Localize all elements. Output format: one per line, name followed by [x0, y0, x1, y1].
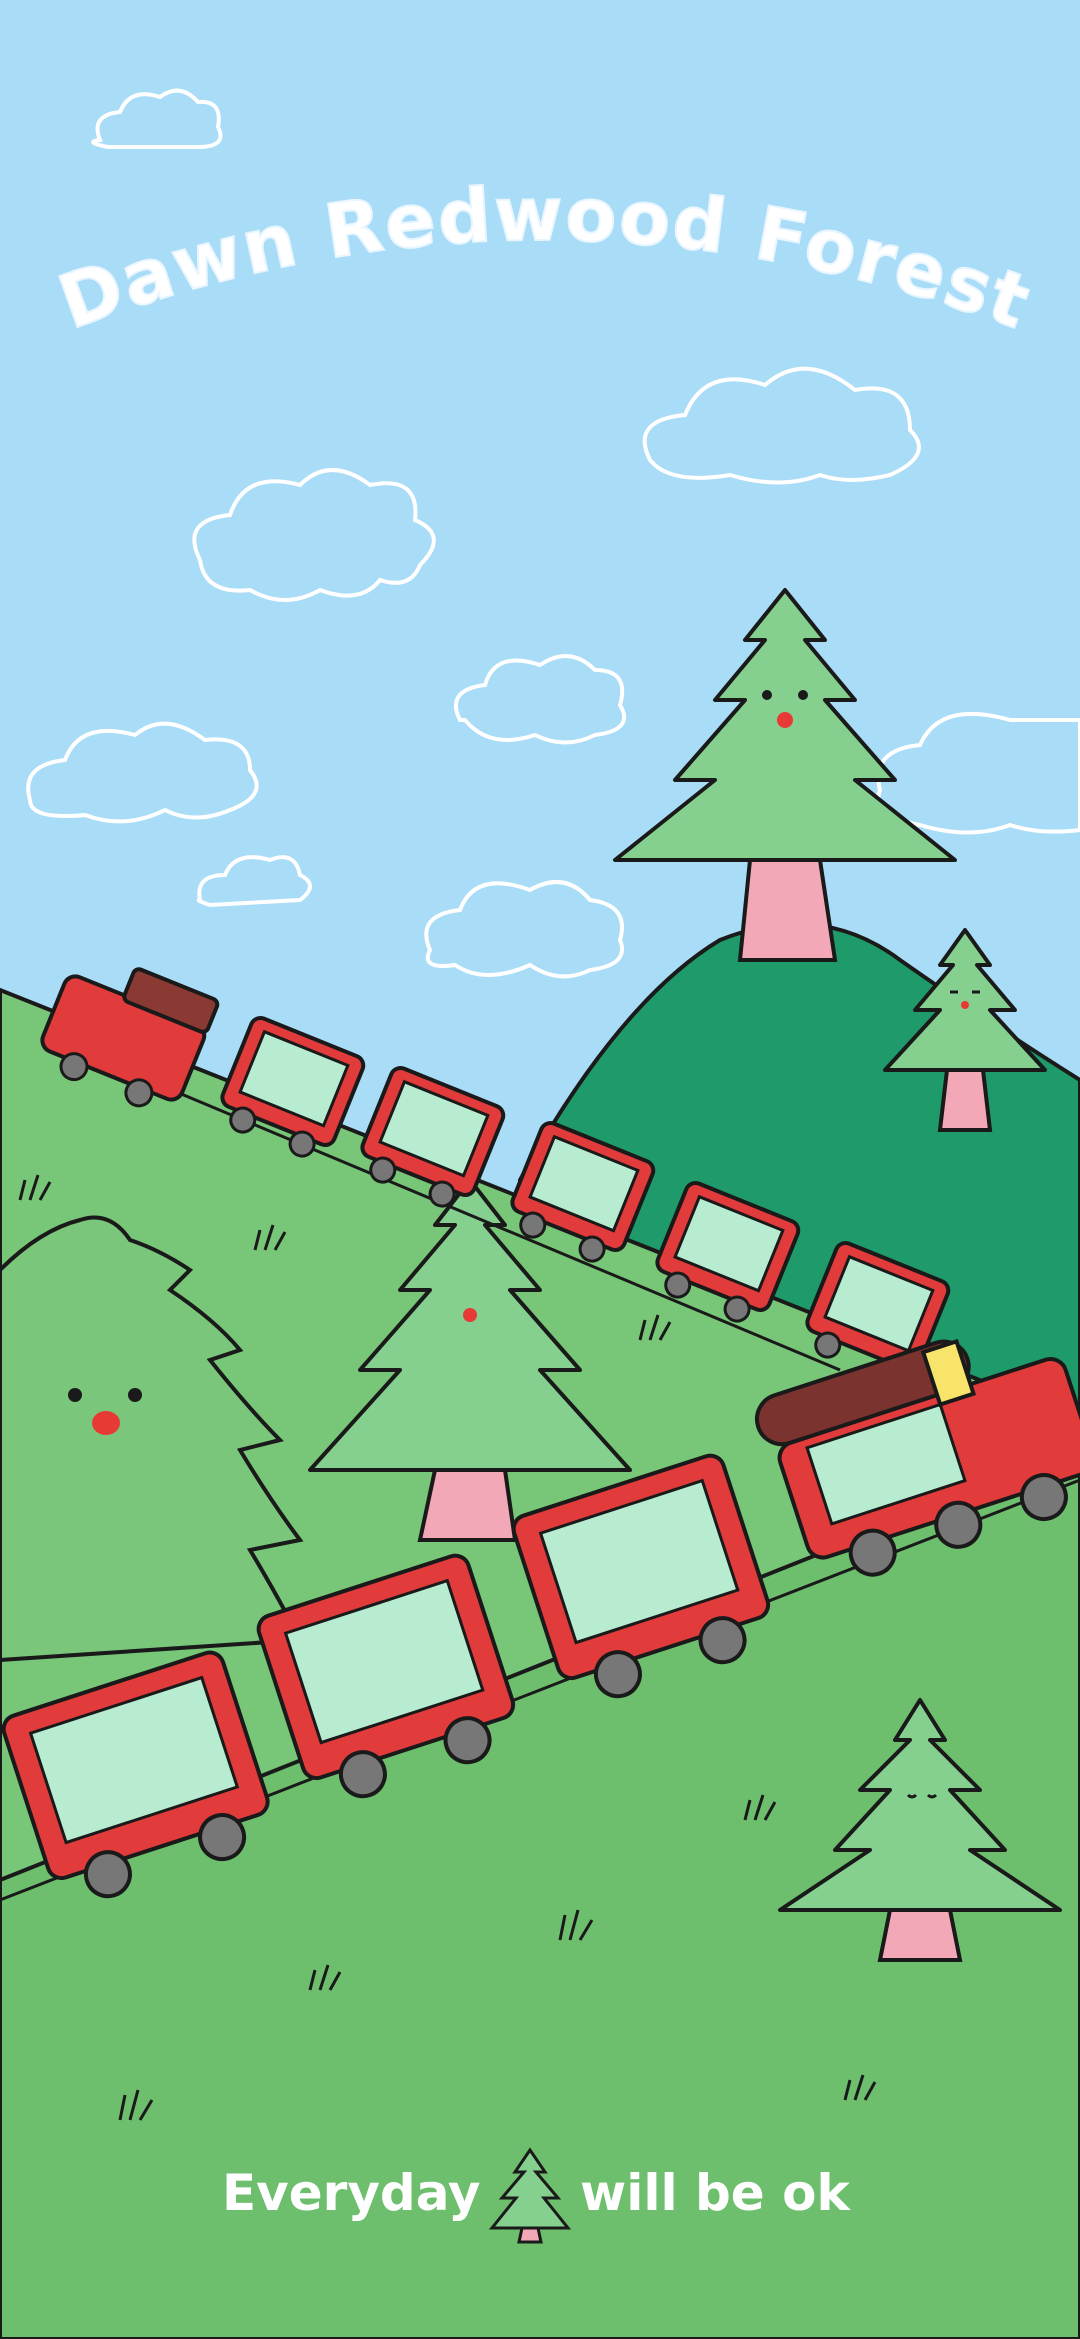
tree-eye: [128, 1388, 142, 1402]
footer-left-text: Everyday: [222, 2164, 481, 2222]
wallpaper-scene: Dawn Redwood Forest Everyday will be ok: [0, 0, 1080, 2339]
tree-eye: [68, 1388, 82, 1402]
tree-nose: [92, 1411, 120, 1435]
footer-right-text: will be ok: [580, 2164, 851, 2222]
